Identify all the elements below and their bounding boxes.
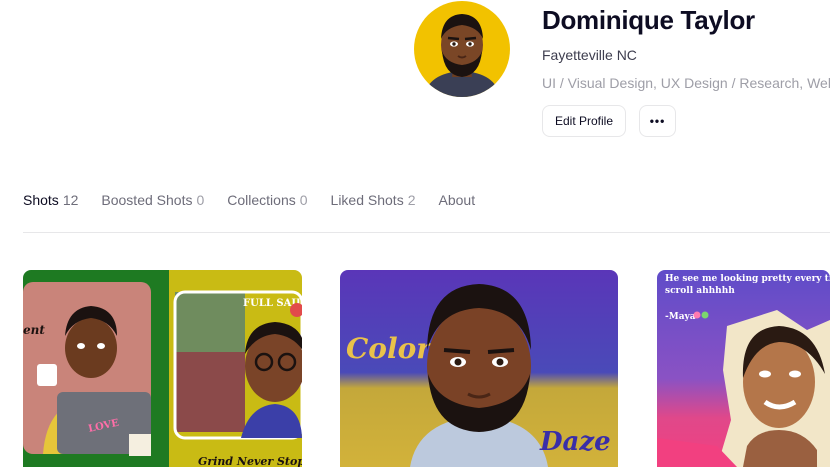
shot-caption: ent <box>23 323 45 337</box>
shot-thumbnail: ent LOVE FULL SAIL Grind Never Stops <box>23 270 302 467</box>
shot-caption: scroll ahhhhh <box>665 286 735 296</box>
more-options-button[interactable]: ••• <box>639 105 676 137</box>
shot-caption: Color <box>346 332 433 365</box>
avatar-portrait-icon <box>414 1 510 97</box>
tab-collections[interactable]: Collections 0 <box>227 192 307 208</box>
shot-caption: He see me looking pretty every time he <box>665 274 830 284</box>
tab-boosted-shots[interactable]: Boosted Shots 0 <box>101 192 204 208</box>
shot-card[interactable]: ent LOVE FULL SAIL Grind Never Stops <box>23 270 302 467</box>
tab-label: Liked Shots <box>330 192 404 208</box>
heart-icon <box>693 311 701 319</box>
shot-thumbnail: Color Daze <box>340 270 618 467</box>
shot-thumbnail: He see me looking pretty every time he s… <box>657 270 830 467</box>
shot-card[interactable]: He see me looking pretty every time he s… <box>657 270 830 467</box>
heart-icon <box>701 311 709 319</box>
tab-count: 0 <box>196 192 205 208</box>
tab-label: Collections <box>227 192 296 208</box>
profile-tabs: Shots 12 Boosted Shots 0 Collections 0 Like… <box>23 192 475 208</box>
tab-label: About <box>438 192 476 208</box>
ellipsis-icon: ••• <box>649 114 666 128</box>
shot-card[interactable]: Color Daze <box>340 270 618 467</box>
avatar[interactable] <box>414 1 510 97</box>
profile-location: Fayetteville NC <box>542 47 637 63</box>
tab-count: 12 <box>62 192 79 208</box>
profile-name: Dominique Taylor <box>542 5 755 35</box>
tab-count: 2 <box>407 192 416 208</box>
tab-label: Shots <box>23 192 59 208</box>
tab-shots[interactable]: Shots 12 <box>23 192 78 208</box>
edit-profile-button[interactable]: Edit Profile <box>542 105 626 137</box>
tab-about[interactable]: About <box>439 192 476 208</box>
tabs-divider <box>23 232 830 233</box>
profile-header: Dominique Taylor Fayetteville NC UI / Vi… <box>0 0 830 150</box>
tab-label: Boosted Shots <box>101 192 193 208</box>
tab-liked-shots[interactable]: Liked Shots 2 <box>331 192 416 208</box>
shot-caption: Daze <box>539 427 611 457</box>
shot-caption: Grind Never Stops <box>198 455 302 467</box>
profile-skills: UI / Visual Design, UX Design / Research… <box>542 75 830 91</box>
shot-caption: -Maya <box>665 312 696 322</box>
tab-count: 0 <box>299 192 308 208</box>
